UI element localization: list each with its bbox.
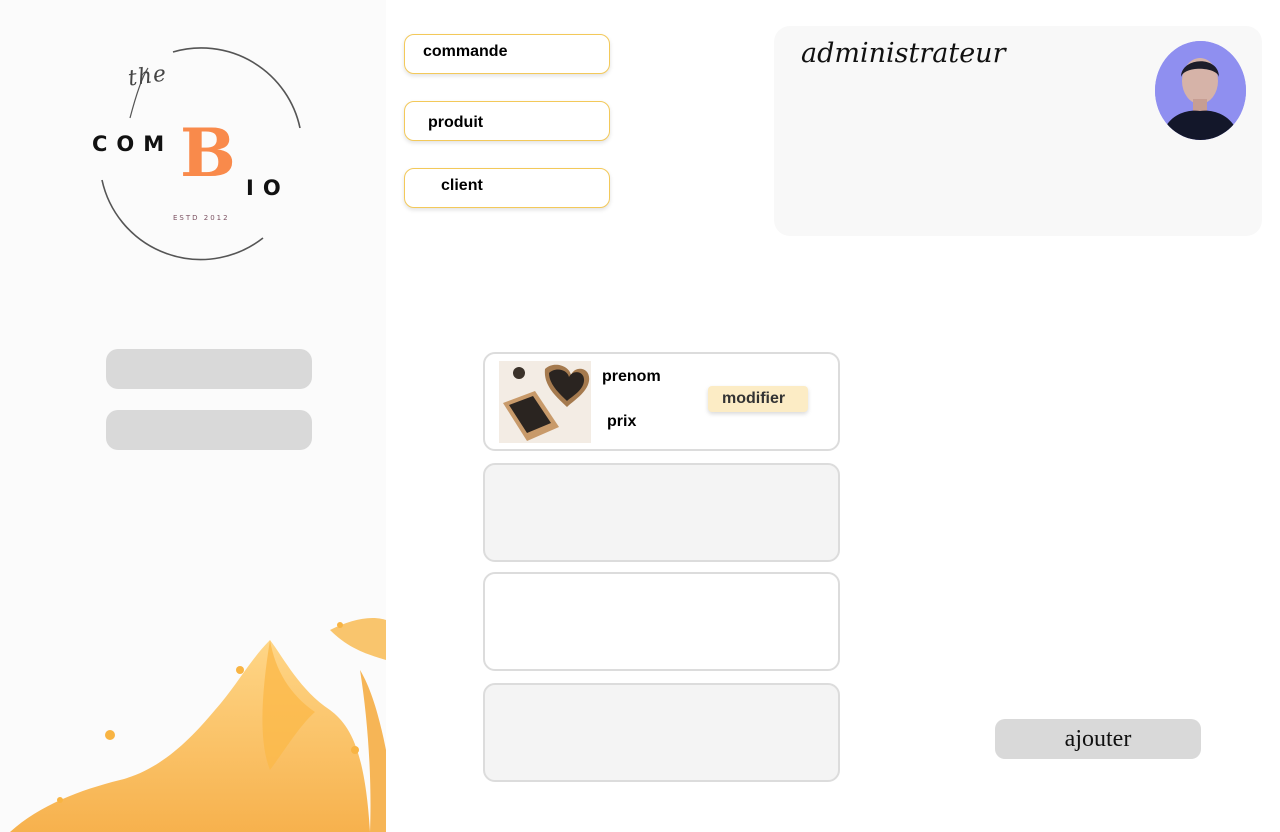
add-button[interactable]: ajouter (995, 719, 1201, 759)
sidebar-pill-2[interactable] (106, 410, 312, 450)
product-price-label: prix (607, 413, 637, 430)
logo-b-letter: B (180, 114, 236, 192)
avatar-portrait (1155, 41, 1246, 140)
modify-product-button[interactable]: modifier (708, 386, 808, 412)
juice-splash-image (10, 618, 386, 832)
product-card-empty-4 (483, 683, 840, 782)
product-name-label: prenom (602, 368, 661, 385)
tea-scoop-image (499, 361, 591, 443)
product-card: prenom prix modifier (483, 352, 840, 451)
product-card-empty-3 (483, 572, 840, 671)
nav-client-button[interactable]: client (404, 168, 610, 208)
admin-avatar[interactable] (1155, 41, 1246, 140)
brand-logo: the COM B IO ESTD 2012 (78, 40, 318, 265)
product-image (499, 361, 591, 443)
sidebar: the COM B IO ESTD 2012 (0, 0, 386, 832)
admin-title: administrateur (801, 38, 1006, 69)
nav-commande-button[interactable]: commande (404, 34, 610, 74)
logo-io-text: IO (246, 176, 290, 200)
product-card-empty-2 (483, 463, 840, 562)
logo-estd-text: ESTD 2012 (173, 214, 230, 222)
logo-com-text: COM (92, 132, 174, 156)
admin-card: administrateur (774, 26, 1262, 236)
nav-produit-button[interactable]: produit (404, 101, 610, 141)
sidebar-pill-1[interactable] (106, 349, 312, 389)
